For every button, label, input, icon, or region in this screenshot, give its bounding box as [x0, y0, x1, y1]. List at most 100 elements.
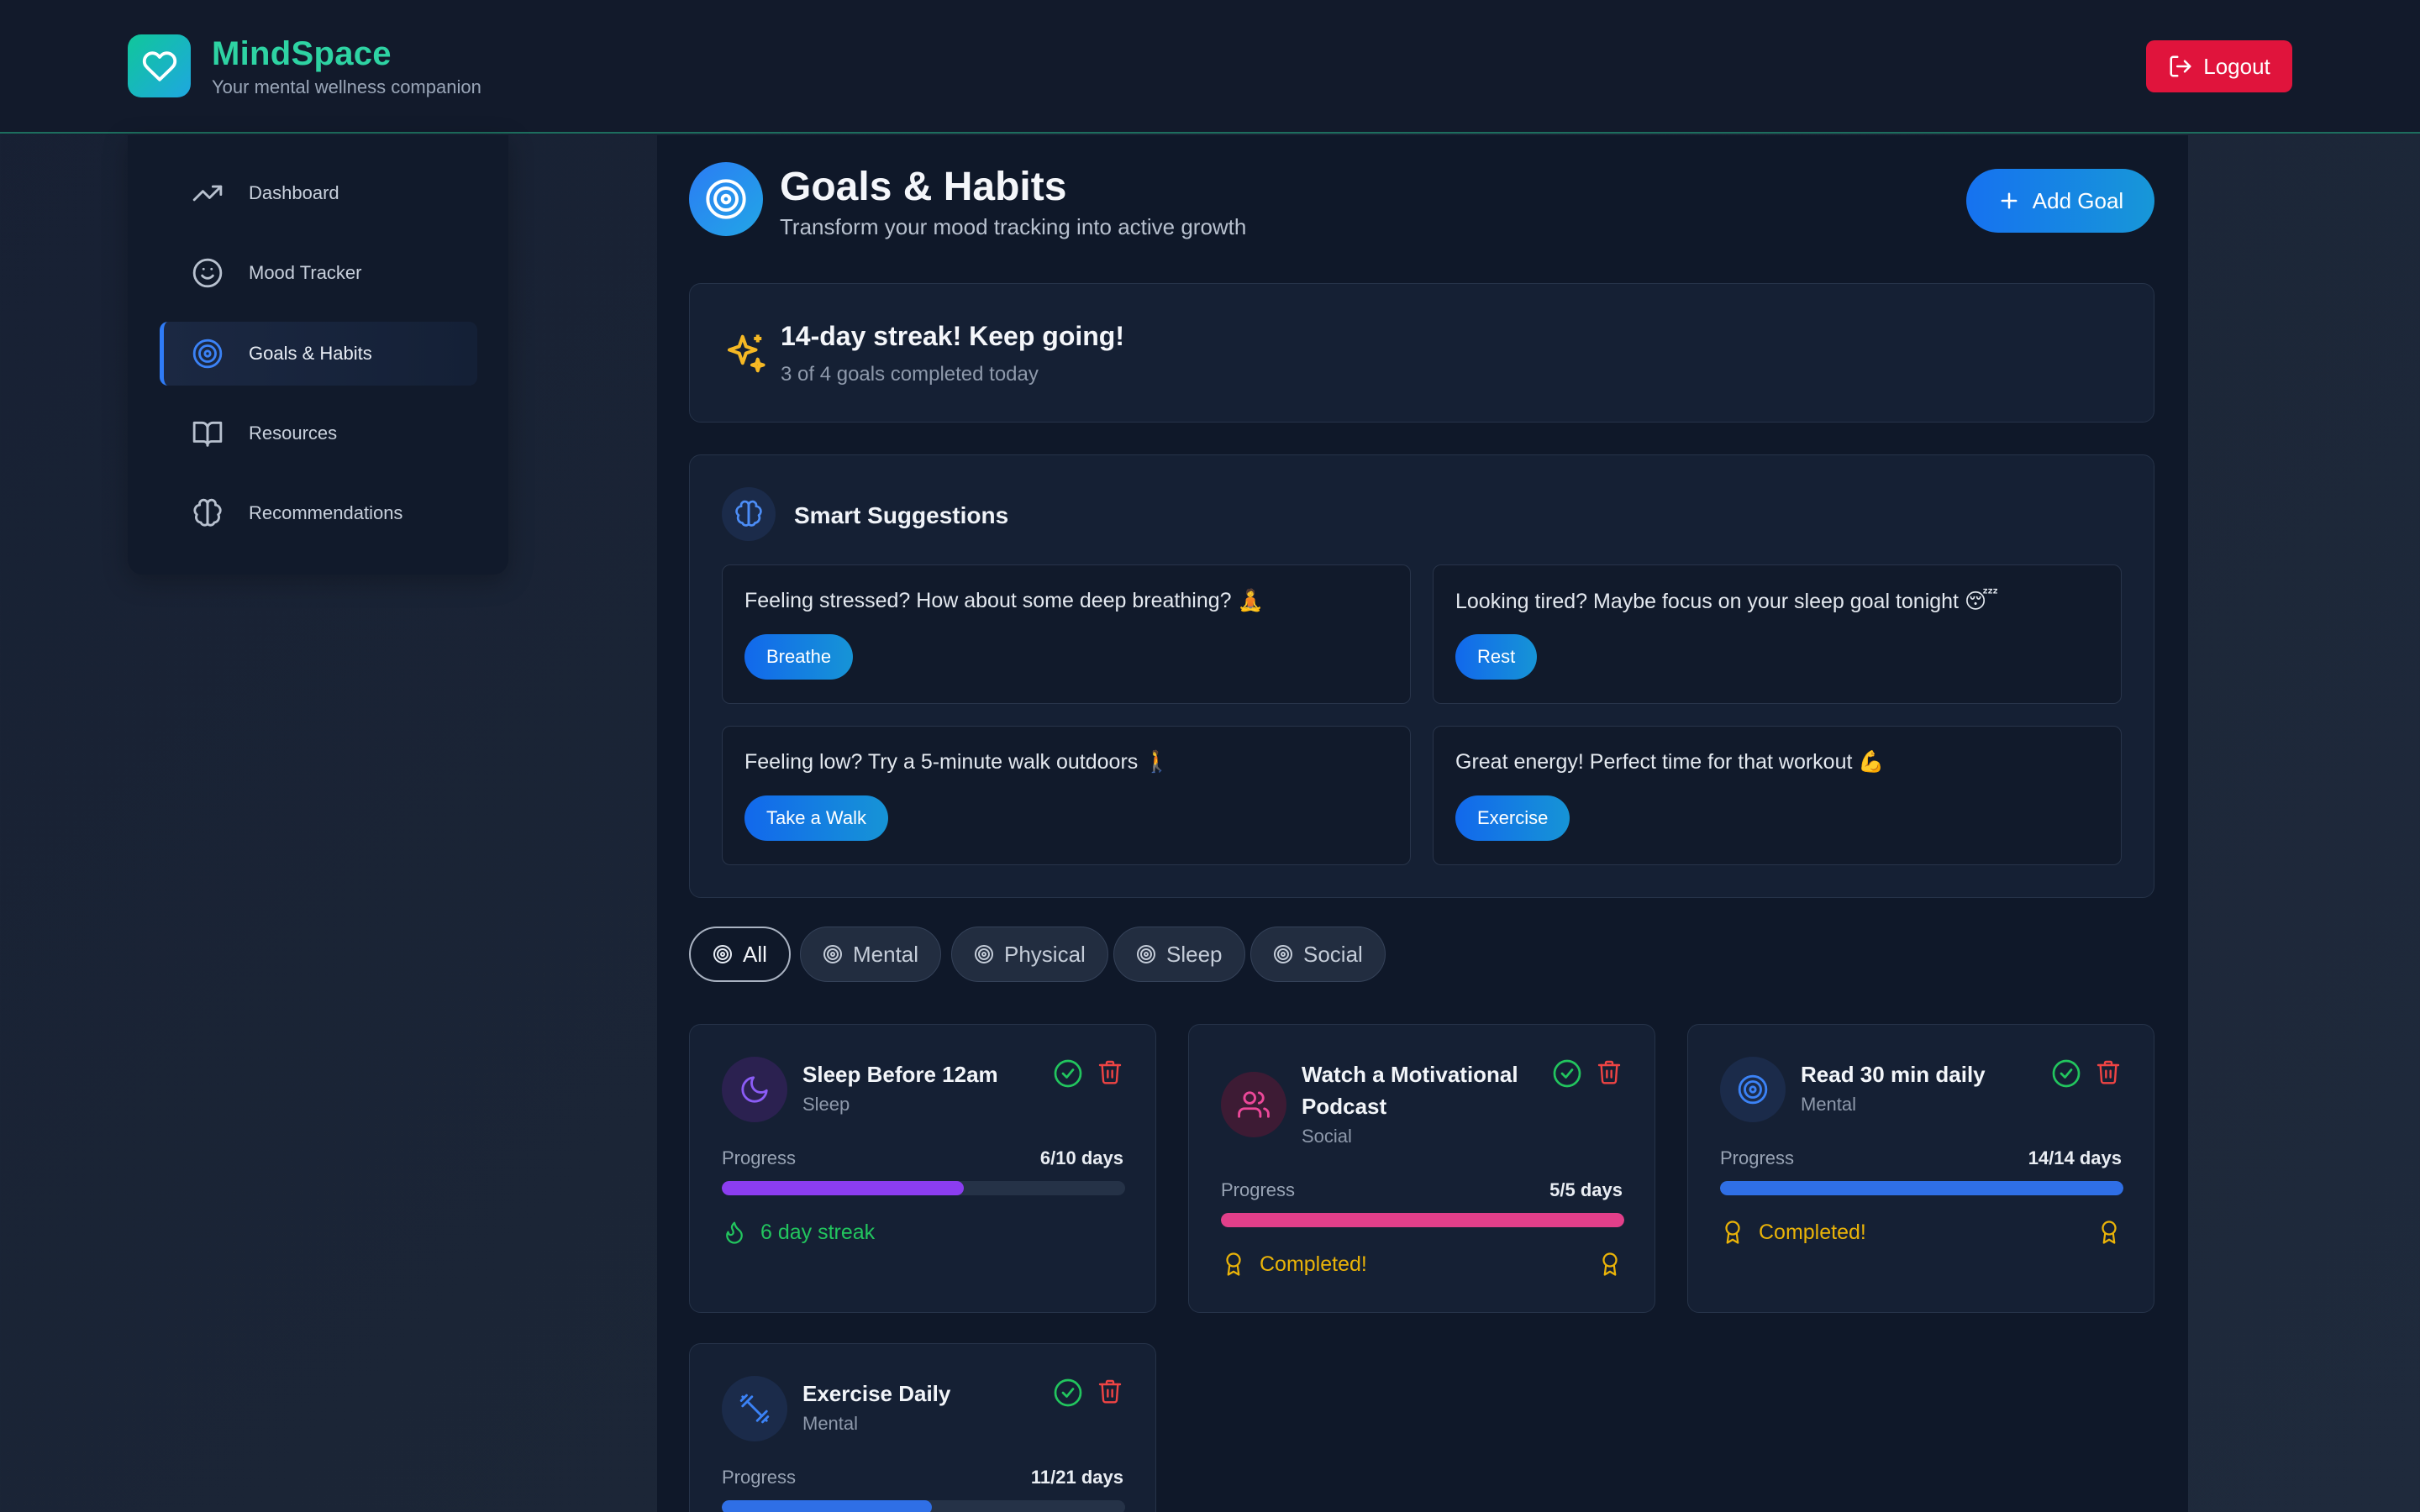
filter-label: Physical	[1004, 941, 1086, 967]
sidebar: Dashboard Mood Tracker Goals & Habits Re…	[128, 135, 508, 575]
sidebar-item-resources[interactable]: Resources	[160, 402, 477, 465]
smart-suggestions-card: Smart Suggestions Feeling stressed? How …	[689, 454, 2154, 898]
progress-value: 11/21 days	[1030, 1467, 1123, 1488]
sidebar-item-label: Goals & Habits	[249, 343, 372, 364]
suggestion-card: Feeling stressed? How about some deep br…	[722, 564, 1411, 704]
trash-icon[interactable]	[1097, 1058, 1123, 1085]
filter-label: Mental	[853, 941, 919, 967]
logout-button[interactable]: Logout	[2146, 40, 2292, 92]
goal-card: Watch a Motivational Podcast Social Prog…	[1188, 1024, 1655, 1313]
check-circle-icon[interactable]	[2051, 1058, 2081, 1089]
suggestion-action-button[interactable]: Breathe	[744, 634, 854, 680]
goal-name: Exercise Daily	[802, 1381, 951, 1406]
app-tagline: Your mental wellness companion	[212, 76, 481, 97]
progress-bar-fill	[722, 1500, 932, 1512]
progress-bar	[722, 1500, 1125, 1512]
progress-label: Progress	[1720, 1147, 1795, 1168]
goal-category: Mental	[802, 1413, 859, 1434]
progress-bar-fill	[1221, 1213, 1624, 1227]
target-icon	[192, 338, 224, 370]
heart-icon	[142, 50, 176, 81]
target-icon	[1274, 945, 1292, 963]
suggestion-text: Feeling stressed? How about some deep br…	[744, 589, 1264, 612]
target-icon	[1720, 1057, 1786, 1122]
filter-label: All	[743, 941, 767, 967]
app-header: MindSpace Your mental wellness companion…	[0, 0, 2420, 134]
progress-value: 5/5 days	[1549, 1179, 1623, 1200]
goal-name: Sleep Before 12am	[802, 1062, 998, 1087]
filter-chip-all[interactable]: All	[689, 927, 791, 982]
goal-category: Mental	[1801, 1094, 1857, 1115]
trash-icon[interactable]	[2095, 1058, 2122, 1085]
sparkles-icon	[722, 331, 767, 381]
suggestion-action-button[interactable]: Rest	[1455, 634, 1538, 680]
sidebar-item-mood-tracker[interactable]: Mood Tracker	[160, 241, 477, 305]
brain-icon	[735, 500, 762, 527]
logout-icon	[2170, 55, 2191, 77]
goal-status-text: 6 day streak	[760, 1220, 876, 1244]
progress-value: 6/10 days	[1039, 1147, 1123, 1168]
check-circle-icon[interactable]	[1053, 1058, 1083, 1089]
smile-icon	[192, 257, 224, 289]
page-subtitle: Transform your mood tracking into active…	[780, 214, 1247, 239]
goal-status: Completed!	[1221, 1252, 1367, 1277]
sidebar-item-label: Resources	[249, 423, 338, 444]
filter-label: Sleep	[1166, 941, 1223, 967]
suggestion-action-button[interactable]: Take a Walk	[744, 795, 889, 841]
sidebar-item-label: Recommendations	[249, 502, 403, 523]
trash-icon[interactable]	[1596, 1058, 1623, 1085]
suggestion-text: Great energy! Perfect time for that work…	[1455, 750, 1885, 774]
filter-chip-physical[interactable]: Physical	[951, 927, 1108, 982]
goal-card: Exercise Daily Mental Progress 11/21 day…	[689, 1343, 1156, 1512]
target-icon	[706, 179, 746, 219]
users-icon	[1221, 1072, 1286, 1137]
goal-status: 6 day streak	[722, 1220, 875, 1245]
add-goal-label: Add Goal	[2032, 187, 2124, 213]
award-icon	[2102, 1221, 2117, 1244]
page-icon	[689, 162, 763, 236]
sidebar-item-dashboard[interactable]: Dashboard	[160, 161, 477, 225]
progress-value: 14/14 days	[2028, 1147, 2122, 1168]
goal-card: Read 30 min daily Mental Progress 14/14 …	[1687, 1024, 2154, 1313]
plus-icon	[2001, 192, 2018, 209]
sidebar-item-label: Dashboard	[249, 182, 339, 203]
goal-name: Read 30 min daily	[1801, 1062, 1986, 1087]
book-icon	[192, 417, 224, 449]
page-title: Goals & Habits	[780, 165, 1067, 209]
suggestion-text: Looking tired? Maybe focus on your sleep…	[1455, 590, 1999, 613]
streak-card: 14-day streak! Keep going! 3 of 4 goals …	[689, 283, 2154, 423]
goal-actions	[2051, 1058, 2122, 1089]
main-content: Goals & Habits Transform your mood track…	[657, 135, 2188, 1512]
goal-name: Watch a Motivational Podcast	[1302, 1062, 1518, 1119]
filter-chip-mental[interactable]: Mental	[800, 927, 942, 982]
suggestions-icon	[722, 487, 776, 541]
suggestion-card: Feeling low? Try a 5-minute walk outdoor…	[722, 726, 1411, 865]
progress-bar	[1720, 1181, 2123, 1195]
check-circle-icon[interactable]	[1053, 1378, 1083, 1408]
sidebar-item-recommendations[interactable]: Recommendations	[160, 481, 477, 545]
suggestion-card: Looking tired? Maybe focus on your sleep…	[1433, 564, 2122, 704]
trash-icon[interactable]	[1097, 1378, 1123, 1404]
progress-bar	[1221, 1213, 1624, 1227]
suggestions-title: Smart Suggestions	[794, 502, 1009, 528]
target-icon	[713, 945, 732, 963]
award-icon	[1725, 1221, 1740, 1244]
app-name: MindSpace	[212, 35, 392, 72]
suggestion-action-button[interactable]: Exercise	[1455, 795, 1570, 841]
check-circle-icon[interactable]	[1552, 1058, 1582, 1089]
goal-status-text: Completed!	[1759, 1220, 1866, 1244]
target-icon	[975, 945, 993, 963]
goal-category: Sleep	[802, 1094, 850, 1115]
progress-bar-fill	[722, 1181, 964, 1195]
progress-bar-fill	[1720, 1181, 2123, 1195]
app-logo[interactable]	[128, 34, 191, 97]
progress-label: Progress	[1221, 1179, 1296, 1200]
progress-label: Progress	[722, 1467, 797, 1488]
add-goal-button[interactable]: Add Goal	[1966, 169, 2154, 233]
brand: MindSpace Your mental wellness companion	[212, 35, 481, 98]
filter-chip-sleep[interactable]: Sleep	[1113, 927, 1245, 982]
suggestion-text: Feeling low? Try a 5-minute walk outdoor…	[744, 750, 1171, 774]
award-icon	[1226, 1252, 1241, 1276]
filter-chip-social[interactable]: Social	[1250, 927, 1386, 982]
sidebar-item-goals-habits[interactable]: Goals & Habits	[160, 322, 477, 386]
